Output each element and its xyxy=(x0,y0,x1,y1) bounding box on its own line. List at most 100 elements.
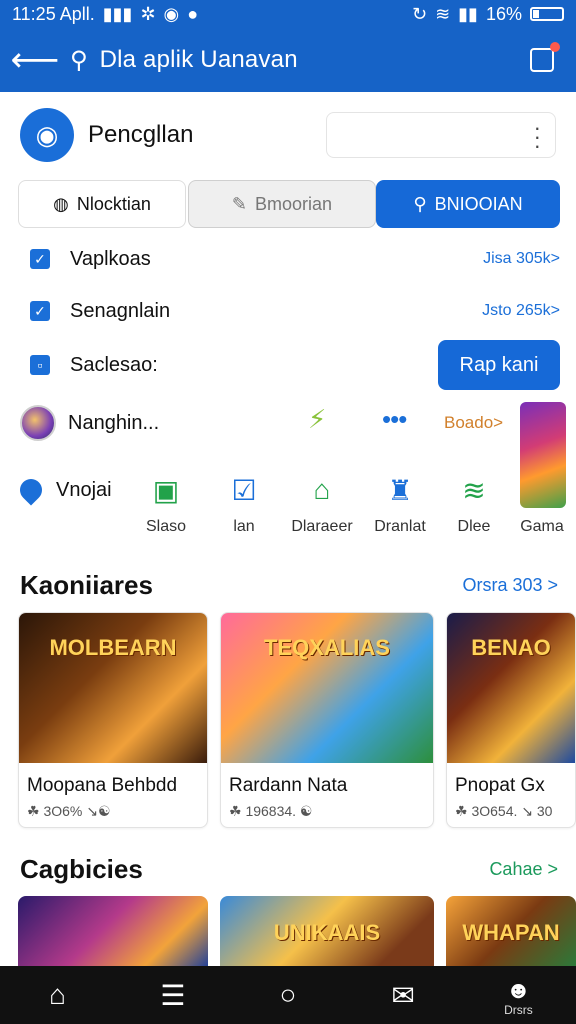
option-row[interactable]: ▫ Saclesao: Rap kani xyxy=(20,340,560,390)
option-row[interactable]: ✓ Vaplkoas Jisa 305k> xyxy=(20,234,560,284)
nav-menu[interactable]: ☰ xyxy=(115,979,230,1012)
option-label: Senagnlain xyxy=(70,299,171,322)
share-icon: ▣ xyxy=(152,474,180,506)
game-card-meta: ☘ 3O6% ↘☯ xyxy=(27,803,111,819)
home-icon: ⌂ xyxy=(49,979,67,1010)
game-card[interactable]: BENAO Pnopat Gx ☘ 3O654. ↘ 30 xyxy=(446,612,576,828)
battery-icon xyxy=(530,7,564,21)
shortcut-label: Dlee xyxy=(457,518,491,535)
option-label: Vaplkoas xyxy=(70,247,151,270)
checkbox-checked[interactable]: ✓ xyxy=(30,249,50,269)
game-card[interactable]: UNIKAAIS xyxy=(220,896,434,968)
shortcut-label: Dlaraeer xyxy=(291,518,353,535)
segment-button-2[interactable]: ✎ Bmoorian xyxy=(188,180,376,228)
puzzle-icon: ♜ xyxy=(387,474,413,506)
segment-label: Bmoorian xyxy=(255,193,333,214)
card-art-text: UNIKAAIS xyxy=(273,920,381,945)
card-art-text: BENAO xyxy=(471,635,551,660)
record-icon: ◉ xyxy=(163,3,180,24)
bolt-icon[interactable]: ⚡ xyxy=(308,404,326,435)
shortcut-item[interactable]: ≋ Dlee xyxy=(434,470,514,536)
signal-strength-icon: ▮▮ xyxy=(458,3,478,24)
card-art-text: MOLBEARN xyxy=(49,635,177,660)
shortcut-location[interactable]: Vnojai xyxy=(15,470,120,510)
profile-row[interactable]: Nanghin... xyxy=(20,398,500,448)
game-card[interactable] xyxy=(18,896,208,968)
search-icon: ⚲ xyxy=(413,193,427,214)
shortcut-label: Slaso xyxy=(145,518,187,535)
shortcut-label: Dranlat xyxy=(374,518,426,535)
segment-label: Nlocktian xyxy=(76,193,151,214)
shortcut-item[interactable]: ⌂ Dlaraeer xyxy=(282,470,362,536)
nav-mail[interactable]: ✉ xyxy=(346,979,461,1012)
circle-icon: ○ xyxy=(279,979,297,1010)
nav-home[interactable]: ⌂ xyxy=(0,979,115,1011)
section-header: Cagbicies Cahae > xyxy=(20,854,558,885)
shortcut-item[interactable]: ▣ Slaso xyxy=(126,470,206,536)
game-card-image: BENAO xyxy=(447,613,575,763)
bottom-navigation: ⌂ ☰ ○ ✉ ☻ Drsrs xyxy=(0,966,576,1024)
game-card[interactable]: TEQXALIAS Rardann Nata ☘ 196834. ☯ xyxy=(220,612,434,828)
sync-icon: ↻ xyxy=(411,3,428,24)
nav-profile[interactable]: ☻ Drsrs xyxy=(461,973,576,1017)
game-card-image: MOLBEARN xyxy=(19,613,207,763)
checkbox-checked[interactable]: ✓ xyxy=(30,301,50,321)
shortcut-item[interactable]: ☑ lan xyxy=(204,470,284,536)
globe-icon: ◍ xyxy=(53,193,69,214)
game-card[interactable]: MOLBEARN Moopana Behbdd ☘ 3O6% ↘☯ xyxy=(18,612,208,828)
location-pin-icon xyxy=(15,474,47,506)
battery-percent: 16% xyxy=(485,3,522,24)
avatar[interactable] xyxy=(20,405,56,441)
shortcut-label: Gama xyxy=(520,518,564,535)
nav-label: Drsrs xyxy=(504,1003,533,1017)
shortcut-item[interactable]: Gama xyxy=(508,470,576,536)
section-title: Cagbicies xyxy=(20,854,143,884)
shortcut-item[interactable]: ♜ Dranlat xyxy=(360,470,440,536)
game-card-title: Pnopat Gx xyxy=(455,775,545,796)
status-bar: 11:25 Apll. ▮▮▮ ✲ ◉ ● ↻ ≋ ▮▮ 16% xyxy=(0,0,576,28)
game-card[interactable]: WHAPAN xyxy=(446,896,576,968)
app-bar: ⟵ ⚲ Dla aplik Uanavan xyxy=(0,28,576,92)
shortcut-bar: Vnojai ▣ Slaso ☑ lan ⌂ Dlaraeer ♜ Dranla… xyxy=(15,470,576,540)
search-icon[interactable]: ⚲ xyxy=(70,46,88,75)
app-bar-title[interactable]: Dla aplik Uanavan xyxy=(100,46,298,74)
profile-label: Nanghin... xyxy=(68,411,160,434)
segment-button-3[interactable]: ⚲ BNIOOIAN xyxy=(376,180,560,228)
option-meta-link[interactable]: Jsto 265k> xyxy=(482,302,560,320)
notification-icon[interactable] xyxy=(530,42,560,72)
section-see-all-link[interactable]: Cahae > xyxy=(489,859,558,880)
section-header: Kaoniiares Orsra 303 > xyxy=(20,570,558,601)
segment-label: BNIOOIAN xyxy=(434,193,523,214)
game-card-title: Moopana Behbdd xyxy=(27,775,178,796)
app-header: ◉ Pencgllan · · · xyxy=(0,92,576,178)
pencil-icon: ✎ xyxy=(231,193,248,214)
nav-circle[interactable]: ○ xyxy=(230,979,345,1011)
more-options-icon[interactable]: · · · xyxy=(534,117,541,157)
more-dots-icon[interactable]: ••• xyxy=(382,404,407,435)
game-icon xyxy=(508,470,576,510)
wifi-icon: ≋ xyxy=(435,3,451,24)
profile-icon: ☻ xyxy=(505,977,532,1004)
mail-icon: ✉ xyxy=(391,979,415,1011)
section-see-all-link[interactable]: Orsra 303 > xyxy=(462,575,558,596)
app-name: Pencgllan xyxy=(88,121,194,148)
settings-icon: ✲ xyxy=(140,3,156,24)
card-art-text xyxy=(18,896,208,920)
check-shield-icon: ☑ xyxy=(231,474,257,506)
shortcut-title: Vnojai xyxy=(56,478,112,501)
checkbox[interactable]: ▫ xyxy=(30,355,50,375)
game-card-title: Rardann Nata xyxy=(229,775,348,796)
back-arrow-icon[interactable]: ⟵ xyxy=(0,28,70,92)
shortcut-label: lan xyxy=(233,518,255,535)
segment-button-1[interactable]: ◍ Nlocktian xyxy=(18,180,186,228)
header-search-field[interactable]: · · · xyxy=(326,112,556,158)
section-title: Kaoniiares xyxy=(20,570,153,600)
card-art-text: TEQXALIAS xyxy=(264,635,390,660)
option-meta-link[interactable]: Jisa 305k> xyxy=(483,250,560,268)
signal-icon: ▮▮▮ xyxy=(102,3,133,24)
option-row[interactable]: ✓ Senagnlain Jsto 265k> xyxy=(20,286,560,336)
primary-action-button[interactable]: Rap kani xyxy=(438,340,560,390)
promo-link[interactable]: Boado> xyxy=(444,413,503,433)
game-card-meta: ☘ 196834. ☯ xyxy=(229,803,313,819)
status-time: 11:25 Apll. xyxy=(12,3,95,24)
